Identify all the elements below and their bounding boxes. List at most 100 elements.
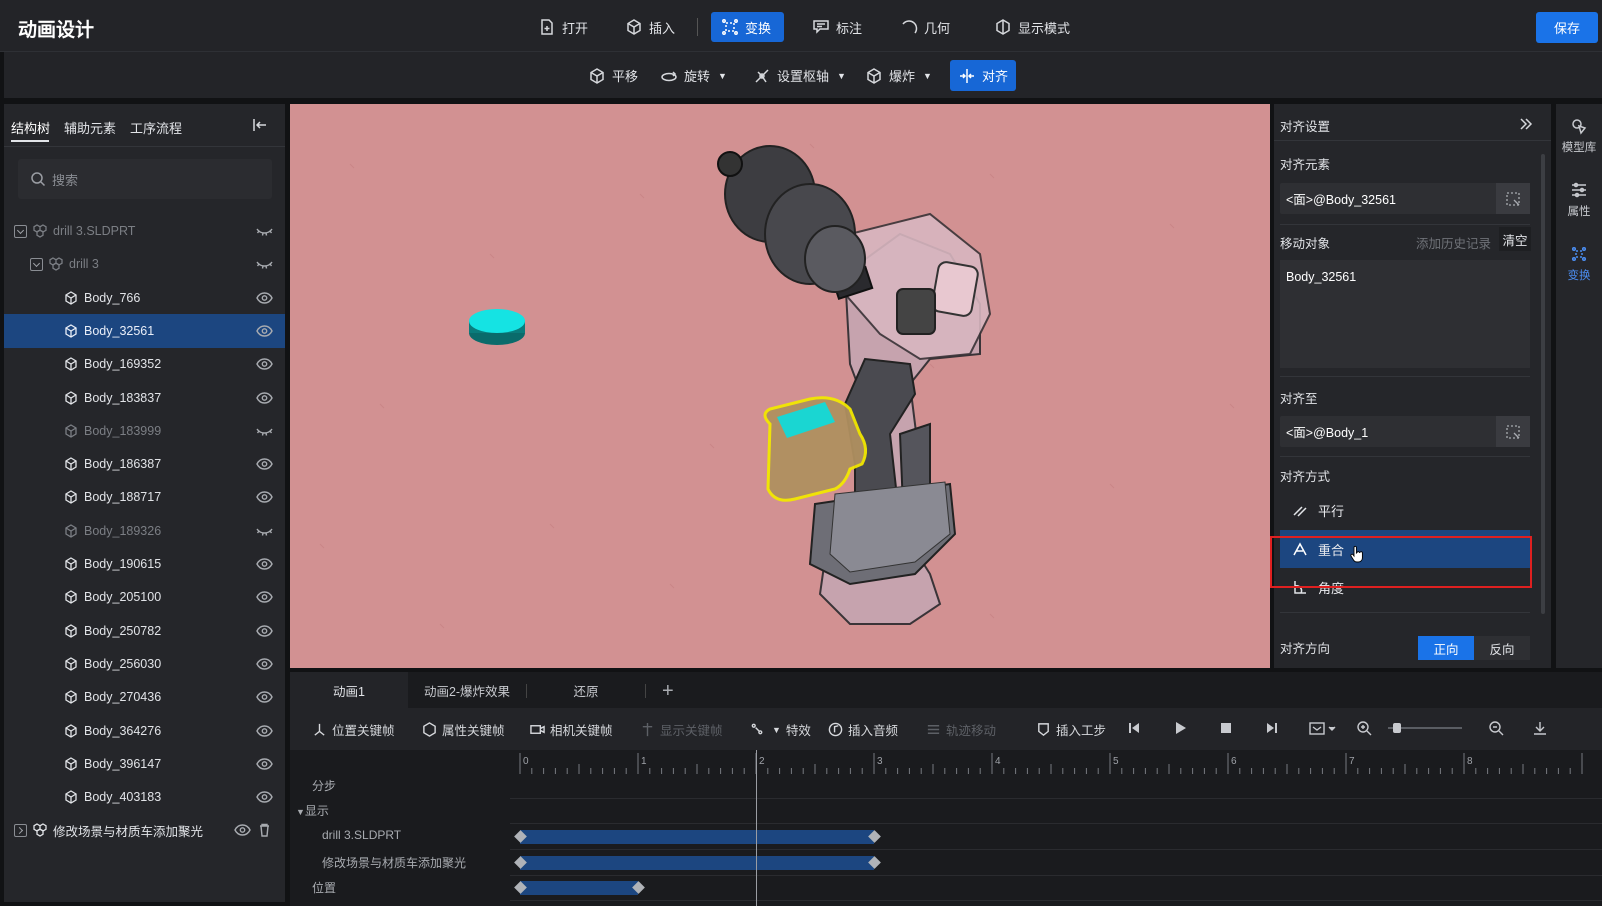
zoom-in-icon[interactable] <box>1356 720 1372 736</box>
next-frame-icon[interactable] <box>1264 720 1280 736</box>
track-label[interactable]: 分步 <box>312 777 336 794</box>
track-group-label[interactable]: ▼显示 <box>296 802 329 819</box>
eye-icon[interactable] <box>256 391 273 405</box>
3d-viewport[interactable] <box>290 104 1270 668</box>
eye-icon[interactable] <box>256 324 273 338</box>
eye-closed-icon[interactable] <box>256 524 273 538</box>
align-to-field[interactable]: <面>@Body_1 <box>1280 416 1530 447</box>
select-element-icon[interactable] <box>1496 183 1530 214</box>
track-label[interactable]: 位置 <box>312 879 336 896</box>
track-bar[interactable] <box>520 881 638 895</box>
eye-closed-icon[interactable] <box>256 424 273 438</box>
track-bar[interactable] <box>520 856 874 870</box>
insert-audio-button[interactable]: 插入音频 <box>828 720 898 739</box>
insert-step-button[interactable]: 插入工步 <box>1036 720 1106 739</box>
transform-button[interactable]: 变换 <box>711 12 784 42</box>
delete-icon[interactable] <box>256 823 273 838</box>
property-keyframe-button[interactable]: 属性关键帧 <box>422 720 505 739</box>
eye-closed-icon[interactable] <box>256 224 273 238</box>
eye-icon[interactable] <box>256 457 273 471</box>
tab-process-flow[interactable]: 工序流程 <box>130 118 182 137</box>
tree-part-row[interactable]: Body_403183 <box>4 780 285 814</box>
rotate-dropdown[interactable]: 旋转 ▼ <box>652 60 735 91</box>
track-label[interactable]: drill 3.SLDPRT <box>322 828 401 842</box>
tab-animation-2[interactable]: 动画2-爆炸效果 <box>408 672 526 708</box>
save-button[interactable]: 保存 <box>1536 12 1598 43</box>
tree-part-row[interactable]: Body_186387 <box>4 447 285 481</box>
align-button[interactable]: 对齐 <box>950 60 1016 91</box>
collapse-toggle[interactable] <box>14 224 27 238</box>
tree-part-row[interactable]: Body_766 <box>4 281 285 315</box>
tree-part-row[interactable]: Body_205100 <box>4 580 285 614</box>
tree-part-row[interactable]: Body_270436 <box>4 680 285 714</box>
expand-toggle[interactable] <box>14 823 27 837</box>
track-label[interactable]: 修改场景与材质车添加聚光 <box>322 854 466 871</box>
tree-part-row[interactable]: Body_256030 <box>4 647 285 681</box>
tab-animation-1[interactable]: 动画1 <box>290 672 408 708</box>
rail-transform[interactable]: 变换 <box>1556 232 1602 296</box>
tree-part-row[interactable]: Body_183999 <box>4 414 285 448</box>
clear-button[interactable]: 清空 <box>1499 227 1531 251</box>
move-object-list[interactable]: Body_32561 <box>1280 260 1530 368</box>
display-mode-button[interactable]: 显示模式 <box>984 12 1080 42</box>
tree-assembly-row[interactable]: 修改场景与材质车添加聚光 <box>4 813 285 847</box>
download-icon[interactable] <box>1532 720 1548 736</box>
mode-parallel[interactable]: 平行 <box>1280 491 1530 529</box>
align-element-field[interactable]: <面>@Body_32561 <box>1280 183 1530 214</box>
playhead[interactable] <box>756 750 757 906</box>
eye-icon[interactable] <box>256 724 273 738</box>
scrollbar[interactable] <box>1541 154 1545 614</box>
camera-keyframe-button[interactable]: 相机关键帧 <box>530 720 613 739</box>
eye-icon[interactable] <box>256 790 273 804</box>
open-button[interactable]: 打开 <box>528 12 598 42</box>
eye-icon[interactable] <box>256 690 273 704</box>
play-icon[interactable] <box>1172 720 1188 736</box>
tree-part-row[interactable]: Body_32561 <box>4 313 285 348</box>
geometry-button[interactable]: 几何 <box>890 12 960 42</box>
collapse-right-icon[interactable] <box>1518 116 1534 132</box>
eye-icon[interactable] <box>256 557 273 571</box>
zoom-out-icon[interactable] <box>1488 720 1504 736</box>
collapse-toggle[interactable] <box>30 257 43 271</box>
set-pivot-dropdown[interactable]: 设置枢轴 ▼ <box>745 60 854 91</box>
position-keyframe-button[interactable]: 位置关键帧 <box>312 720 395 739</box>
eye-icon[interactable] <box>256 757 273 771</box>
eye-icon[interactable] <box>256 590 273 604</box>
track-bar[interactable] <box>520 830 874 844</box>
tree-part-row[interactable]: Body_189326 <box>4 514 285 548</box>
loop-mode-dropdown[interactable] <box>1308 720 1338 736</box>
eye-icon[interactable] <box>256 624 273 638</box>
tree-part-row[interactable]: Body_396147 <box>4 747 285 781</box>
move-object-item[interactable]: Body_32561 <box>1286 270 1356 284</box>
previous-frame-icon[interactable] <box>1126 720 1142 736</box>
tab-structure-tree[interactable]: 结构树 <box>11 118 50 137</box>
direction-reverse[interactable]: 反向 <box>1474 636 1530 660</box>
tree-part-row[interactable]: Body_250782 <box>4 614 285 648</box>
translate-button[interactable]: 平移 <box>580 60 646 91</box>
stop-icon[interactable] <box>1218 720 1234 736</box>
tree-part-row[interactable]: Body_183837 <box>4 381 285 415</box>
eye-icon[interactable] <box>234 823 251 837</box>
select-element-icon[interactable] <box>1496 416 1530 447</box>
eye-icon[interactable] <box>256 490 273 504</box>
tree-assembly-row[interactable]: drill 3 <box>4 247 285 281</box>
tab-restore[interactable]: 还原 <box>527 672 645 708</box>
annotation-button[interactable]: 标注 <box>802 12 872 42</box>
rail-properties[interactable]: 属性 <box>1556 168 1602 232</box>
insert-button[interactable]: 插入 <box>615 12 685 42</box>
rail-model-library[interactable]: 模型库 <box>1556 104 1602 168</box>
explode-dropdown[interactable]: 爆炸 ▼ <box>857 60 940 91</box>
zoom-slider-handle[interactable] <box>1393 723 1401 733</box>
tree-part-row[interactable]: Body_169352 <box>4 347 285 381</box>
direction-forward[interactable]: 正向 <box>1418 636 1474 660</box>
add-animation-button[interactable]: + <box>662 680 674 703</box>
eye-icon[interactable] <box>256 291 273 305</box>
eye-closed-icon[interactable] <box>256 257 273 271</box>
effects-dropdown[interactable]: ▼ 特效 <box>750 720 811 739</box>
add-history-link[interactable]: 添加历史记录 <box>1416 233 1491 252</box>
tree-part-row[interactable]: Body_188717 <box>4 480 285 514</box>
tab-auxiliary[interactable]: 辅助元素 <box>64 118 116 137</box>
eye-icon[interactable] <box>256 657 273 671</box>
time-ruler[interactable]: 0 1 2 3 4 5 6 7 8 <box>510 750 1602 778</box>
tree-assembly-row[interactable]: drill 3.SLDPRT <box>4 214 285 248</box>
